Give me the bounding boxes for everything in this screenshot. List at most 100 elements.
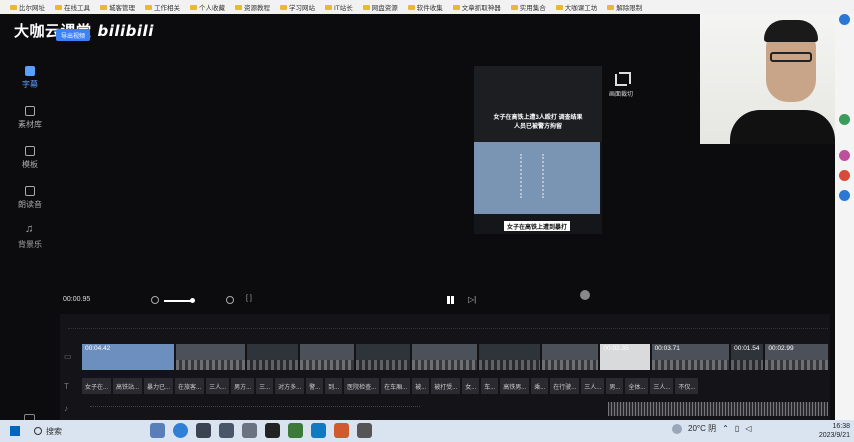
bookmark-item[interactable]: 学习网站 [276,2,319,12]
subtitle-block[interactable]: 男方... [231,378,255,394]
export-video-button[interactable]: 导出视频 [56,29,90,41]
volume-icon[interactable]: ◁ [745,424,751,433]
app-icon-9[interactable] [334,423,349,438]
outlook-side-icon[interactable] [839,190,850,201]
app-icon-4[interactable] [219,423,234,438]
subtitle-block[interactable]: 到... [325,378,343,394]
network-icon[interactable]: ▯ [735,424,739,433]
video-clip[interactable] [247,344,298,370]
video-clip[interactable]: 00:02.35 [600,344,650,370]
bookmark-item[interactable]: 城客管理 [96,2,139,12]
subtitle-block[interactable]: 女子在... [82,378,112,394]
typora-icon[interactable] [265,423,280,438]
weather-text[interactable]: 20°C 阴 [688,423,716,434]
user-app-icon[interactable] [150,423,165,438]
video-clip[interactable] [479,344,540,370]
weather-icon[interactable] [672,423,682,434]
bookmark-item[interactable]: 软件收集 [404,2,447,12]
bookmark-item[interactable]: 大咖课工坊 [552,2,602,12]
bookmark-label: 个人收藏 [199,5,225,12]
video-clip[interactable]: 00:01.54 [731,344,764,370]
subtitle-block[interactable]: 男... [606,378,624,394]
subtitle-block[interactable]: 三... [256,378,274,394]
copilot-side-icon[interactable] [839,150,850,161]
subtitle-block[interactable]: 在旅客... [175,378,205,394]
edge-browser-icon[interactable] [173,423,188,438]
subtitle-block[interactable]: 三人... [581,378,605,394]
subtitle-block[interactable]: 全体... [625,378,649,394]
audio-waveform[interactable] [608,402,828,416]
system-clock[interactable]: 16:38 2023/9/21 [819,422,850,440]
video-clip[interactable]: 00:04.42 [82,344,175,370]
crop-button[interactable]: 画面裁切 [604,72,638,98]
subtitle-block[interactable]: 乘... [531,378,549,394]
fit-screen-button[interactable]: [ ] [246,295,252,302]
sidebar-item-label: 模板 [22,160,38,169]
audio-track[interactable] [68,402,828,416]
subtitle-block[interactable]: 三人... [206,378,230,394]
subtitle-block[interactable]: 女... [462,378,480,394]
webcam-overlay [700,14,835,144]
pause-icon[interactable] [446,296,454,304]
bookmark-label: 软件收集 [416,5,443,12]
bookmark-item[interactable]: 资源教程 [231,2,274,12]
video-clip[interactable] [299,344,355,370]
zoom-in-icon[interactable] [226,296,234,304]
video-clip[interactable] [541,344,599,370]
file-explorer-icon[interactable] [196,423,211,438]
video-clip[interactable] [176,344,246,370]
video-clip[interactable] [356,344,411,370]
bookmark-item[interactable]: 网盘资源 [359,2,402,12]
tray-chevron-icon[interactable]: ⌃ [722,424,729,433]
video-clip[interactable]: 00:02.99 [765,344,828,370]
bookmark-item[interactable]: 比尔网址 [6,2,49,12]
games-side-icon[interactable] [839,170,850,181]
subtitle-block[interactable]: 对方多... [275,378,305,394]
video-clip[interactable]: 00:03.71 [651,344,730,370]
sidebar-item-subtitle[interactable]: 字幕 [0,58,60,98]
subtitle-block[interactable]: 在行驶... [550,378,580,394]
zoom-slider-thumb[interactable] [190,298,195,303]
search-side-icon[interactable] [839,14,850,25]
folder-icon [100,4,107,10]
app-icon-10[interactable] [357,423,372,438]
subtitle-block[interactable]: 车... [481,378,499,394]
subtitle-block[interactable]: 警... [306,378,324,394]
app-icon-5[interactable] [242,423,257,438]
subtitle-block[interactable]: 不仅... [675,378,699,394]
subtitle-block[interactable]: 医院检查... [344,378,380,394]
sidebar-item-voice[interactable]: 朗读音 [0,178,60,218]
video-clip[interactable] [412,344,478,370]
subtitle-track[interactable]: 女子在... 高铁站... 暴力已... 在旅客... 三人... 男方... 三... 对方… [82,378,828,394]
windows-start-icon[interactable] [10,426,20,436]
bookmark-item[interactable]: 个人收藏 [186,2,229,12]
taskbar-search[interactable]: 搜索 [34,425,144,437]
bookmark-item[interactable]: IT站长 [321,2,357,12]
bookmark-item[interactable]: 文章抓取神器 [449,2,505,12]
next-frame-icon[interactable]: ▷| [468,295,476,304]
subtitle-block[interactable]: 三人... [650,378,674,394]
timeline-ruler[interactable] [68,328,828,332]
subtitle-block[interactable]: 被... [412,378,430,394]
bookmark-item[interactable]: 实用集合 [507,2,550,12]
subtitle-block[interactable]: 高铁男... [500,378,530,394]
tools-side-icon[interactable] [839,114,850,125]
sidebar-item-music[interactable]: 背景乐 [0,218,60,258]
subtitle-block[interactable]: 被打受... [431,378,461,394]
app-icon-8[interactable] [311,423,326,438]
video-track[interactable]: 00:04.42 00:02.35 00:03.71 00:01.54 00:02.99 [82,344,828,370]
sidebar-item-template[interactable]: 模板 [0,138,60,178]
zoom-out-icon[interactable] [151,296,159,304]
timeline[interactable]: ▭ 00:04.42 00:02.35 00:03.71 00:01.54 00:02.… [60,314,830,430]
bookmark-item[interactable]: 工作相关 [141,2,184,12]
sidebar-item-cube[interactable]: 素材库 [0,98,60,138]
subtitle-block[interactable]: 暴力已... [144,378,174,394]
bookmark-item[interactable]: 在线工具 [51,2,94,12]
video-preview[interactable]: 女子在高铁上遭3人殴打 调查结果人员已被警方拘留 女子在高铁上遭到暴打 [474,66,602,234]
zoom-slider-track[interactable] [164,300,192,302]
app-icon-7[interactable] [288,423,303,438]
bookmark-item[interactable]: 解除限制 [603,2,646,12]
voice-icon [25,186,35,196]
subtitle-block[interactable]: 高铁站... [113,378,143,394]
subtitle-block[interactable]: 在车厢... [381,378,411,394]
